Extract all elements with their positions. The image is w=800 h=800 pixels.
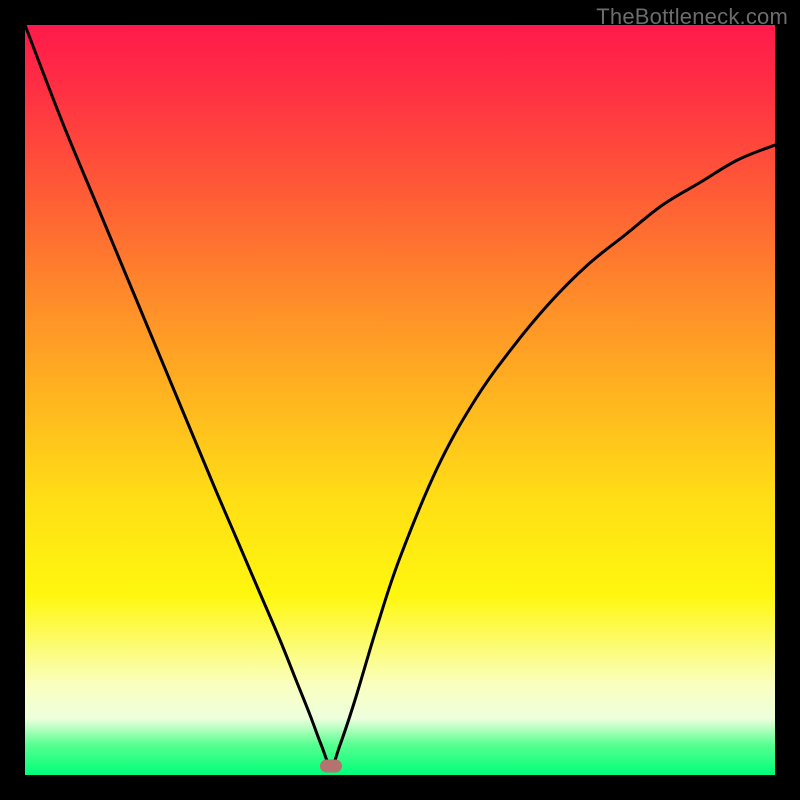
optimal-point-marker bbox=[320, 760, 342, 773]
curve-svg bbox=[25, 25, 775, 775]
bottleneck-curve bbox=[25, 25, 775, 766]
plot-area bbox=[25, 25, 775, 775]
chart-frame: TheBottleneck.com bbox=[0, 0, 800, 800]
